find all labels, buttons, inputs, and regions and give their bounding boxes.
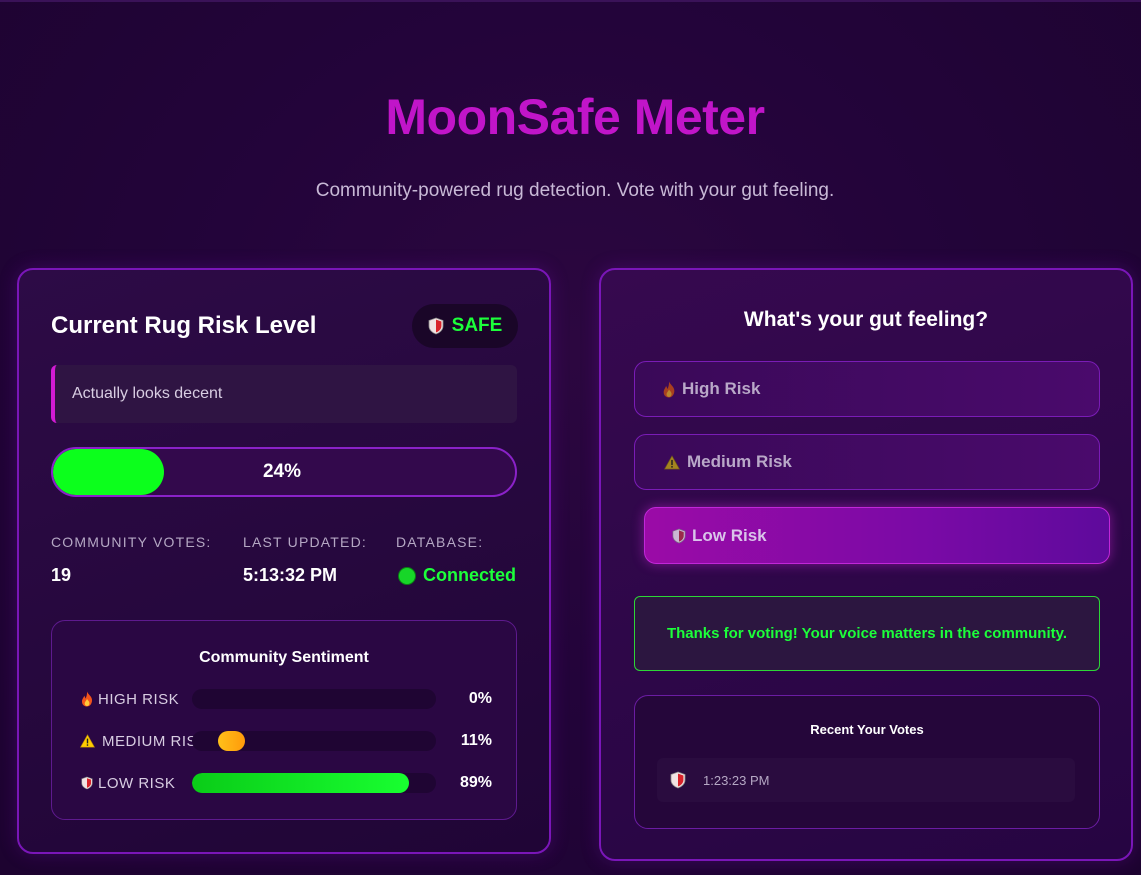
vote-medium-risk-label: Medium Risk	[687, 452, 792, 471]
vote-high-risk-label: High Risk	[682, 379, 761, 398]
recent-votes-panel: Recent Your Votes 1:23:23 PM	[634, 695, 1100, 829]
updated-value: 5:13:32 PM	[243, 565, 338, 585]
vote-low-risk-button[interactable]: Low Risk	[644, 507, 1110, 564]
sentiment-row-high: HIGH RISK 0%	[78, 687, 492, 711]
sentiment-fill-low	[192, 773, 410, 793]
database-status: Connected	[398, 565, 516, 586]
sentiment-label-high: HIGH RISK	[98, 690, 180, 708]
shield-icon	[428, 317, 444, 335]
sentiment-title: Community Sentiment	[199, 649, 369, 666]
sentiment-row-medium: MEDIUM RISK 11%	[78, 729, 492, 753]
warning-icon	[78, 734, 96, 748]
sentiment-percent-high: 0%	[468, 690, 492, 707]
sentiment-fill-medium	[218, 731, 245, 751]
sentiment-panel: Community Sentiment HIGH RISK 0% MEDIUM …	[51, 620, 517, 820]
page-subtitle: Community-powered rug detection. Vote wi…	[315, 180, 835, 201]
top-border	[0, 0, 1141, 2]
vote-title: What's your gut feeling?	[743, 308, 989, 331]
vote-timestamp: 1:23:23 PM	[703, 772, 770, 788]
vote-medium-risk-button[interactable]: Medium Risk	[634, 434, 1100, 490]
database-label: DATABASE:	[396, 534, 484, 550]
sentiment-percent-low: 89%	[459, 774, 492, 791]
page-title: MoonSafe Meter	[385, 89, 765, 145]
risk-meter-label: 24%	[262, 461, 302, 482]
list-item: 1:23:23 PM	[657, 758, 1075, 802]
sentiment-row-low: LOW RISK 89%	[78, 771, 492, 795]
status-dot-icon	[398, 566, 416, 585]
recent-votes-title: Recent Your Votes	[810, 722, 924, 737]
risk-level-card: Current Rug Risk Level SAFE Actually loo…	[17, 268, 551, 854]
sentiment-bar-high	[192, 689, 436, 709]
risk-meter: 24%	[51, 447, 517, 497]
shield-icon	[670, 771, 686, 789]
sentiment-bar-low	[192, 773, 436, 793]
vote-high-risk-button[interactable]: High Risk	[634, 361, 1100, 417]
fire-icon	[662, 381, 676, 398]
vote-low-risk-label: Low Risk	[692, 525, 767, 545]
updated-label: LAST UPDATED:	[243, 534, 367, 550]
status-badge: SAFE	[412, 304, 518, 348]
database-value: Connected	[423, 565, 517, 585]
votes-label: COMMUNITY VOTES:	[51, 534, 212, 550]
thanks-message: Thanks for voting! Your voice matters in…	[634, 596, 1100, 671]
risk-level-title: Current Rug Risk Level	[51, 312, 317, 339]
sentiment-percent-medium: 11%	[460, 732, 492, 749]
warning-icon	[664, 454, 680, 470]
vote-card: What's your gut feeling? High Risk Mediu…	[599, 268, 1133, 861]
risk-message: Actually looks decent	[51, 365, 517, 423]
sentiment-bar-medium	[192, 731, 436, 751]
shield-icon	[78, 776, 96, 790]
sentiment-label-low: LOW RISK	[98, 774, 176, 792]
votes-value: 19	[51, 565, 72, 585]
shield-icon	[672, 528, 686, 544]
fire-icon	[78, 691, 96, 707]
status-badge-label: SAFE	[451, 315, 503, 336]
